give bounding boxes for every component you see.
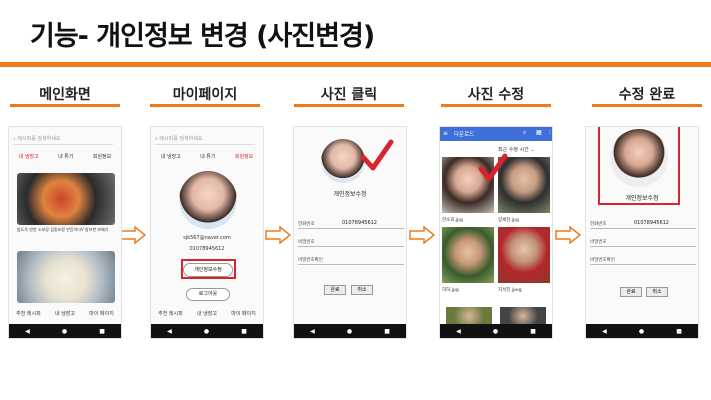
recent-apps-icon[interactable]: ■ bbox=[99, 328, 105, 335]
page-heading: 개인정보수정 bbox=[333, 191, 367, 198]
menu-icon[interactable]: ≡ bbox=[443, 130, 448, 137]
arrow-right-icon bbox=[555, 226, 581, 244]
bottom-tabs: 추천 레시피 내 냉장고 마이 페이지 bbox=[151, 310, 263, 317]
slide-title: 기능- 개인정보 변경 (사진변경) bbox=[30, 21, 375, 52]
step-underline bbox=[10, 104, 120, 107]
profile-avatar[interactable] bbox=[610, 129, 668, 187]
photo-item[interactable] bbox=[500, 307, 546, 325]
recipe-image[interactable] bbox=[17, 251, 115, 303]
home-icon[interactable]: ● bbox=[204, 328, 209, 335]
checkmark-icon bbox=[360, 139, 394, 171]
home-icon[interactable]: ● bbox=[62, 328, 67, 335]
grid-view-icon[interactable]: ▦ bbox=[536, 129, 542, 136]
phone-field[interactable]: 전화번호 01078945612 bbox=[590, 219, 696, 229]
confirm-button[interactable]: 완료 bbox=[324, 285, 346, 295]
search-input[interactable]: ⌕ 레시피를 검색하세요. bbox=[155, 135, 255, 145]
back-icon[interactable]: ◀ bbox=[25, 328, 30, 335]
photo-item[interactable]: 지석진.jpeg bbox=[498, 227, 550, 293]
app-bar: ≡ 다운로드 ⌕ ▦ ⋮ bbox=[440, 127, 552, 141]
back-icon[interactable]: ◀ bbox=[602, 328, 607, 335]
tab-fridge[interactable]: 내 냉장고 bbox=[19, 153, 39, 160]
step-underline bbox=[150, 104, 260, 107]
step-label-mypage: 마이페이지 bbox=[172, 87, 238, 103]
arrow-right-icon bbox=[409, 226, 435, 244]
email-text: sjk567@naver.com bbox=[183, 235, 231, 241]
step-underline bbox=[441, 104, 551, 107]
home-icon[interactable]: ● bbox=[493, 328, 498, 335]
step-underline bbox=[294, 104, 404, 107]
confirm-button[interactable]: 완료 bbox=[620, 287, 642, 297]
checkmark-icon bbox=[478, 153, 508, 182]
sort-dropdown[interactable]: 최근 수정 시간 ⌄ bbox=[498, 146, 535, 153]
back-icon[interactable]: ◀ bbox=[456, 328, 461, 335]
tab-favorites[interactable]: 내 튜기 bbox=[58, 153, 73, 160]
password-confirm-field[interactable]: 비밀번호확인 bbox=[590, 255, 696, 265]
recent-apps-icon[interactable]: ■ bbox=[384, 328, 390, 335]
step-label-photo-edit: 사진 수정 bbox=[467, 87, 525, 103]
search-icon: ⌕ bbox=[155, 136, 158, 142]
cancel-button[interactable]: 취소 bbox=[646, 287, 668, 297]
cancel-button[interactable]: 취소 bbox=[351, 285, 373, 295]
arrow-right-icon bbox=[120, 226, 146, 244]
android-navbar: ◀ ● ■ bbox=[151, 324, 263, 338]
step-label-photo-click: 사진 클릭 bbox=[320, 87, 378, 103]
tab-recommended[interactable]: 추천 레시피 bbox=[16, 310, 41, 317]
tab-member[interactable]: 회원정보 bbox=[93, 153, 111, 160]
tab-recommended[interactable]: 추천 레시피 bbox=[158, 310, 183, 317]
back-icon[interactable]: ◀ bbox=[167, 328, 172, 335]
highlight-box bbox=[181, 259, 236, 279]
title-underline bbox=[0, 62, 711, 67]
password-field[interactable]: 비밀번호 bbox=[298, 237, 404, 247]
home-icon[interactable]: ● bbox=[347, 328, 352, 335]
step-label-edit-done: 수정 완료 bbox=[618, 87, 676, 103]
more-icon[interactable]: ⋮ bbox=[547, 129, 552, 136]
arrow-right-icon bbox=[265, 226, 291, 244]
password-confirm-field[interactable]: 비밀번호확인 bbox=[298, 255, 404, 265]
tab-my-page[interactable]: 마이 페이지 bbox=[231, 310, 256, 317]
android-navbar: ◀ ● ■ bbox=[9, 324, 121, 338]
tab-favorites[interactable]: 내 튜기 bbox=[200, 153, 215, 160]
search-input[interactable]: ⌕ 레시피를 검색하세요. bbox=[13, 135, 113, 145]
top-tabs: 내 냉장고 내 튜기 회원정보 bbox=[9, 153, 121, 160]
top-tabs: 내 냉장고 내 튜기 회원정보 bbox=[151, 153, 263, 160]
tab-fridge[interactable]: 내 냉장고 bbox=[161, 153, 181, 160]
android-navbar: ◀ ● ■ bbox=[586, 324, 698, 338]
tab-my-page[interactable]: 마이 페이지 bbox=[89, 310, 114, 317]
app-bar-title: 다운로드 bbox=[454, 132, 475, 138]
android-navbar: ◀ ● ■ bbox=[440, 324, 552, 338]
chevron-down-icon: ⌄ bbox=[530, 147, 535, 153]
phone-field[interactable]: 전화번호 01078945612 bbox=[298, 219, 404, 229]
step-underline bbox=[592, 104, 702, 107]
bottom-tabs: 추천 레시피 내 냉장고 마이 페이지 bbox=[9, 310, 121, 317]
search-icon: ⌕ bbox=[13, 136, 16, 142]
recipe-image[interactable] bbox=[17, 173, 115, 225]
password-field[interactable]: 비밀번호 bbox=[590, 237, 696, 247]
android-navbar: ◀ ● ■ bbox=[294, 324, 406, 338]
home-icon[interactable]: ● bbox=[639, 328, 644, 335]
recipe-caption: 밥도둑 반찬 소포장 집중포함 반응이다V 밥보판 보배기 bbox=[17, 227, 109, 232]
phone-photo-edit: ≡ 다운로드 ⌕ ▦ ⋮ 최근 수정 시간 ⌄ 한소희.jpg 양세찬.jpg … bbox=[439, 126, 553, 339]
recent-apps-icon[interactable]: ■ bbox=[241, 328, 247, 335]
tab-my-fridge[interactable]: 내 냉장고 bbox=[197, 310, 217, 317]
tab-my-fridge[interactable]: 내 냉장고 bbox=[55, 310, 75, 317]
tab-member[interactable]: 회원정보 bbox=[235, 153, 253, 160]
logout-button[interactable]: 로그아웃 bbox=[186, 288, 230, 301]
photo-item[interactable] bbox=[446, 307, 492, 325]
page-heading: 개인정보수정 bbox=[625, 195, 659, 202]
profile-avatar[interactable] bbox=[179, 171, 237, 229]
photo-item[interactable]: 하하.jpg bbox=[442, 227, 494, 293]
back-icon[interactable]: ◀ bbox=[310, 328, 315, 335]
profile-avatar[interactable] bbox=[321, 139, 365, 183]
phone-main-screen: ⌕ 레시피를 검색하세요. 내 냉장고 내 튜기 회원정보 밥도둑 반찬 소포장… bbox=[8, 126, 122, 339]
step-label-main: 메인화면 bbox=[39, 87, 91, 103]
recent-apps-icon[interactable]: ■ bbox=[530, 328, 536, 335]
phone-text: 01078945612 bbox=[189, 246, 225, 252]
phone-my-page: ⌕ 레시피를 검색하세요. 내 냉장고 내 튜기 회원정보 sjk567@nav… bbox=[150, 126, 264, 339]
phone-edit-done: 개인정보수정 전화번호 01078945612 비밀번호 비밀번호확인 완료 취소… bbox=[585, 126, 699, 339]
recent-apps-icon[interactable]: ■ bbox=[676, 328, 682, 335]
search-icon[interactable]: ⌕ bbox=[523, 129, 526, 137]
phone-photo-click: 개인정보수정 전화번호 01078945612 비밀번호 비밀번호확인 완료 취소… bbox=[293, 126, 407, 339]
